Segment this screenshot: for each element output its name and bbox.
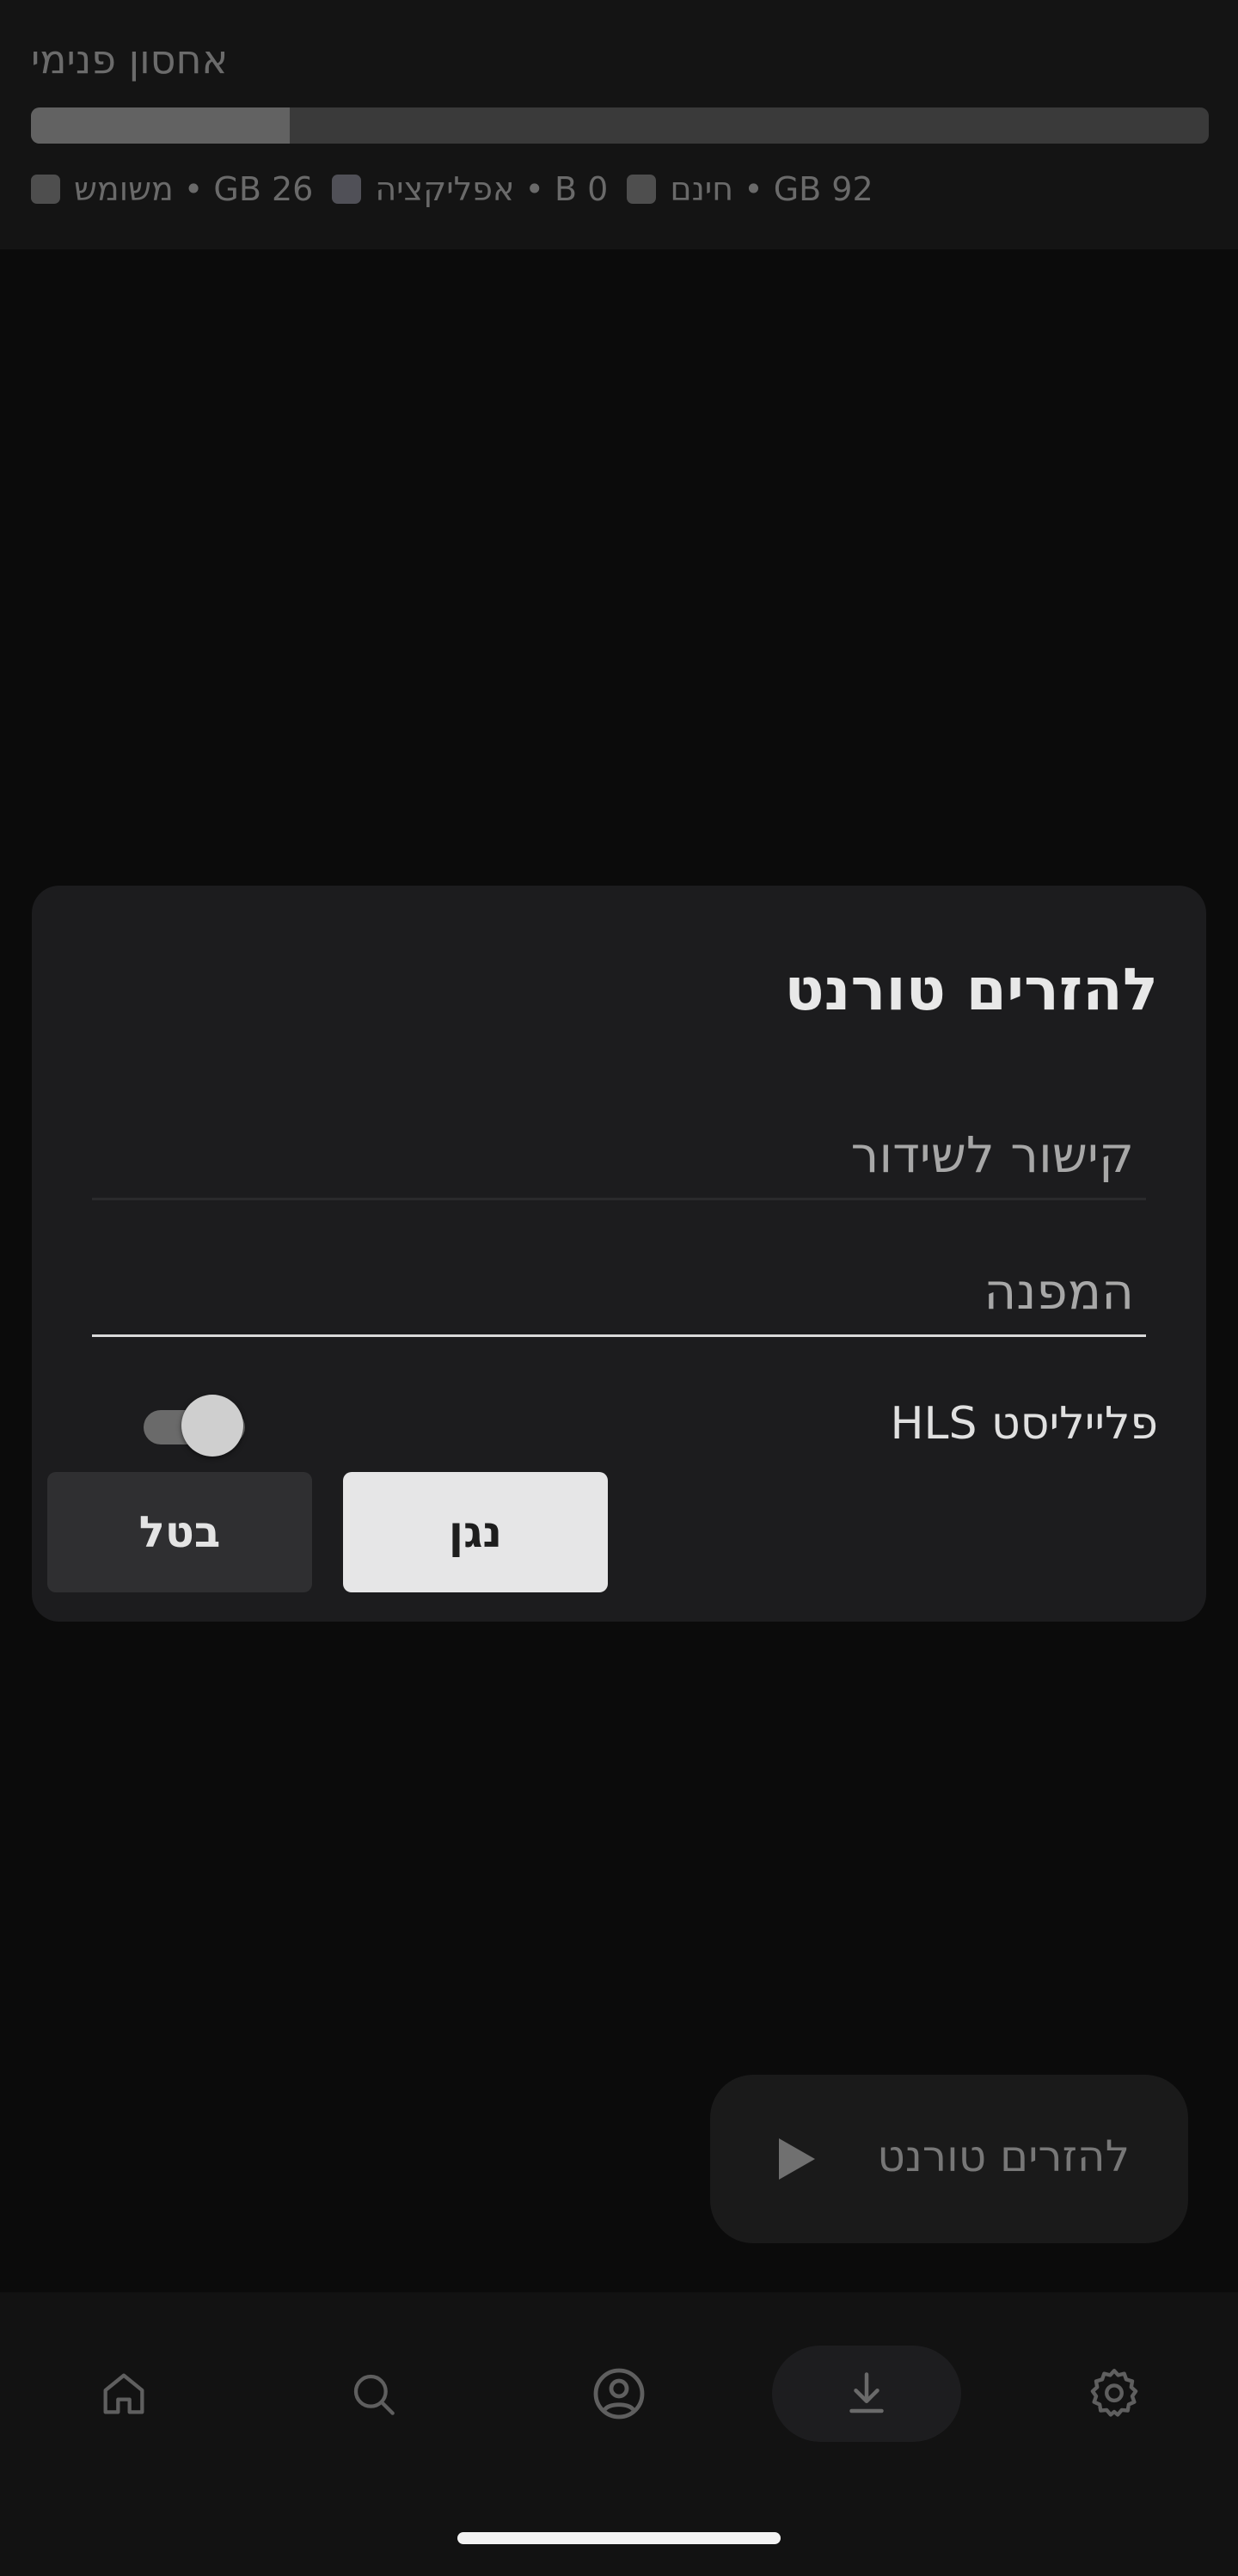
hls-playlist-toggle[interactable] (144, 1395, 245, 1457)
stream-link-input[interactable] (92, 1120, 1146, 1189)
play-button[interactable]: נגן (343, 1472, 608, 1592)
fab-label: להזרים טורנט (877, 2131, 1130, 2181)
hls-playlist-row: פלייליסט HLS (109, 1367, 1158, 1479)
stream-link-field (92, 1088, 1146, 1200)
legend-free: 92 GB • חינם (627, 170, 873, 208)
referrer-input[interactable] (92, 1257, 1146, 1326)
nav-settings[interactable] (1020, 2346, 1209, 2442)
legend-used-swatch (31, 175, 60, 204)
dialog-title: להזרים טורנט (784, 956, 1158, 1024)
nav-search[interactable] (279, 2346, 468, 2442)
legend-used: 26 GB • משומש (31, 170, 313, 208)
storage-usage-fill (31, 107, 291, 144)
storage-title: אחסון פנימי (31, 36, 229, 83)
download-icon (849, 2372, 884, 2413)
search-icon (353, 2374, 395, 2415)
storage-usage-bar (31, 107, 1209, 144)
hls-playlist-label: פלייליסט HLS (890, 1398, 1158, 1450)
legend-free-swatch (627, 175, 657, 204)
legend-app: 0 B • אפליקציה (332, 170, 608, 208)
legend-free-text: 92 GB • חינם (670, 170, 873, 208)
cancel-button[interactable]: בטל (47, 1472, 312, 1592)
nav-downloads[interactable] (772, 2346, 961, 2442)
profile-icon (593, 2368, 645, 2420)
home-icon (103, 2373, 144, 2414)
storage-panel: אחסון פנימי 26 GB • משומש 0 B • אפליקציה… (0, 0, 1238, 249)
settings-gear-icon (1090, 2368, 1138, 2417)
nav-home[interactable] (29, 2346, 218, 2442)
stream-torrent-dialog: להזרים טורנט פלייליסט HLS בטל נגן (32, 886, 1206, 1622)
play-icon (779, 2138, 815, 2180)
stream-torrent-fab[interactable]: להזרים טורנט (710, 2075, 1188, 2243)
toggle-thumb (181, 1395, 243, 1457)
screen: אחסון פנימי 26 GB • משומש 0 B • אפליקציה… (0, 0, 1238, 2576)
storage-legend: 26 GB • משומש 0 B • אפליקציה 92 GB • חינ… (31, 170, 873, 208)
legend-app-text: 0 B • אפליקציה (375, 170, 609, 208)
legend-app-swatch (332, 175, 362, 204)
referrer-field (92, 1225, 1146, 1337)
nav-profile[interactable] (524, 2346, 714, 2442)
legend-used-text: 26 GB • משומש (74, 170, 314, 208)
home-indicator[interactable] (457, 2532, 781, 2544)
